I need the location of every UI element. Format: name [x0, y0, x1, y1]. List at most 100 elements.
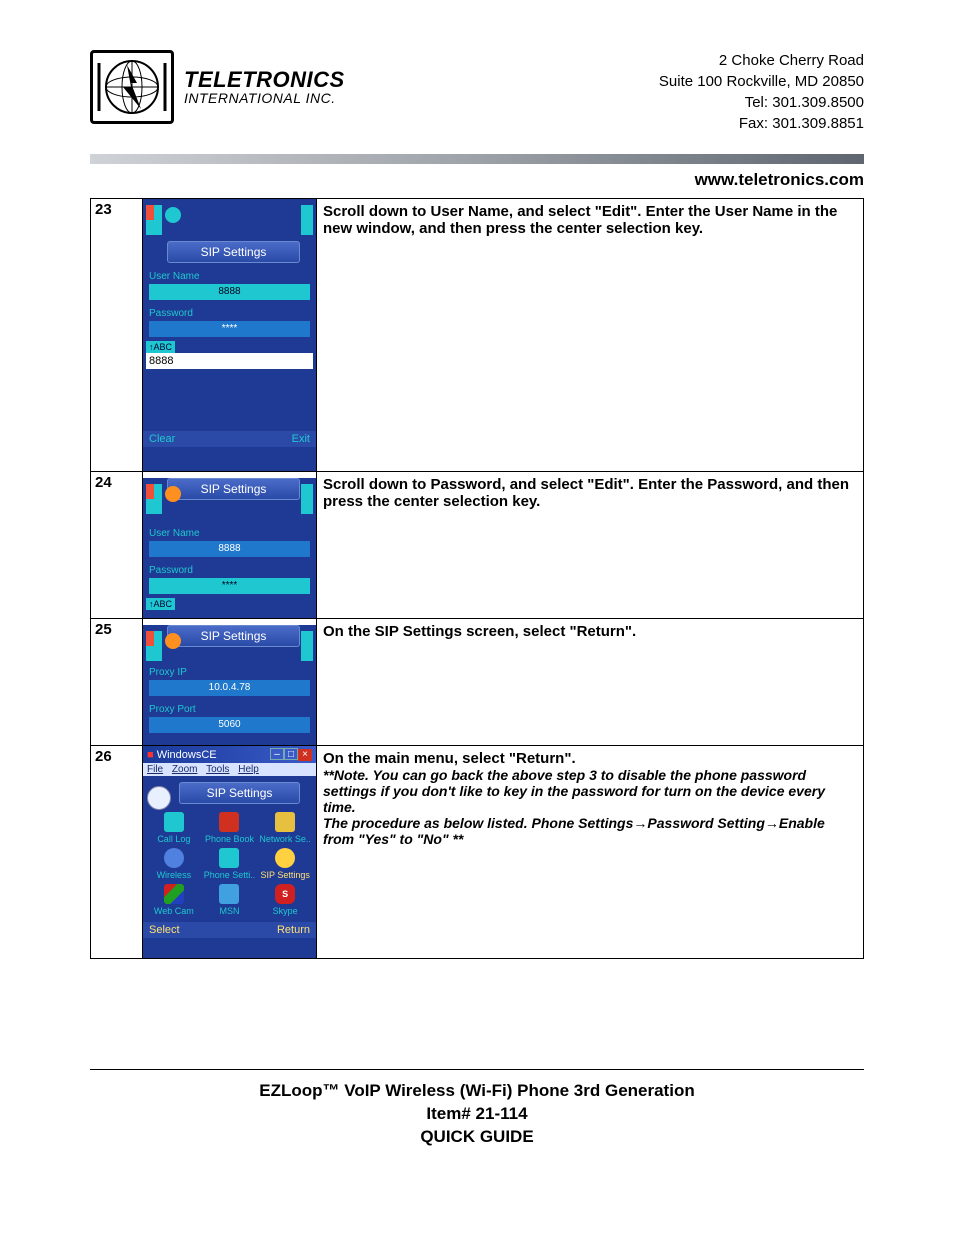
window-buttons: –□×: [270, 748, 312, 761]
username-field[interactable]: 8888: [149, 284, 310, 300]
menu-file[interactable]: File: [147, 764, 163, 775]
network-settings-icon[interactable]: Network Se..: [258, 812, 312, 844]
screenshot-cell: SIP Settings User Name 8888 Password ***…: [143, 199, 317, 472]
step-description: Scroll down to User Name, and select "Ed…: [317, 199, 864, 472]
company-name: TELETRONICS INTERNATIONAL INC.: [184, 68, 345, 106]
proxy-ip-field[interactable]: 10.0.4.78: [149, 680, 310, 696]
proxy-port-label: Proxy Port: [143, 704, 316, 715]
window-menubar: File Zoom Tools Help: [143, 763, 316, 776]
password-label: Password: [143, 565, 316, 576]
call-log-icon[interactable]: Call Log: [147, 812, 201, 844]
softkey-right[interactable]: Return: [277, 924, 310, 936]
password-field[interactable]: ****: [149, 578, 310, 594]
gear-icon: [165, 486, 181, 502]
header-divider: [90, 154, 864, 164]
softkey-right[interactable]: Exit: [292, 433, 310, 445]
battery-icon: [301, 631, 313, 661]
sip-settings-screenshot: SIP Settings User Name 8888 Password ***…: [143, 478, 316, 618]
instruction-table: 23 SIP Settings User Name 8888 Password …: [90, 198, 864, 959]
table-row: 25 SIP Settings Proxy IP 10.0.4.78 Proxy…: [91, 619, 864, 746]
phone-book-icon[interactable]: Phone Book: [203, 812, 257, 844]
softkey-left[interactable]: Select: [149, 924, 180, 936]
sip-settings-icon[interactable]: SIP Settings: [258, 848, 312, 880]
sip-settings-screenshot: SIP Settings Proxy IP 10.0.4.78 Proxy Po…: [143, 625, 316, 745]
signal-icon: [146, 631, 162, 661]
step-number: 26: [91, 746, 143, 959]
screenshot-cell: SIP Settings Proxy IP 10.0.4.78 Proxy Po…: [143, 619, 317, 746]
maximize-icon[interactable]: □: [284, 748, 298, 760]
table-row: 23 SIP Settings User Name 8888 Password …: [91, 199, 864, 472]
company-name-line2: INTERNATIONAL INC.: [184, 91, 345, 106]
minimize-icon[interactable]: –: [270, 748, 284, 760]
screen-title: SIP Settings: [167, 241, 300, 263]
username-label: User Name: [143, 271, 316, 282]
menu-tools[interactable]: Tools: [206, 764, 229, 775]
screen-title: SIP Settings: [179, 782, 300, 804]
step-description: On the SIP Settings screen, select "Retu…: [317, 619, 864, 746]
table-row: 26 ■ WindowsCE –□× File Zoom Tools: [91, 746, 864, 959]
gear-icon: [165, 633, 181, 649]
step-number: 25: [91, 619, 143, 746]
step-number: 23: [91, 199, 143, 472]
step-text: On the main menu, select "Return".: [323, 750, 857, 767]
softkey-bar: Clear Exit: [143, 431, 316, 447]
signal-icon: [146, 484, 162, 514]
screen-title: SIP Settings: [167, 625, 300, 647]
gear-icon: [165, 207, 181, 223]
page-footer: EZLoop™ VoIP Wireless (Wi-Fi) Phone 3rd …: [90, 1069, 864, 1149]
proxy-ip-label: Proxy IP: [143, 667, 316, 678]
arrow-icon: →: [765, 815, 779, 831]
battery-icon: [301, 484, 313, 514]
web-cam-icon[interactable]: Web Cam: [147, 884, 201, 916]
company-name-line1: TELETRONICS: [184, 68, 345, 91]
edit-textbox[interactable]: 8888: [146, 353, 313, 369]
telephone: Tel: 301.309.8500: [659, 92, 864, 113]
footer-line2: Item# 21-114: [90, 1103, 864, 1126]
menu-help[interactable]: Help: [238, 764, 259, 775]
window-title: ■ WindowsCE: [147, 749, 217, 761]
wireless-icon[interactable]: Wireless: [147, 848, 201, 880]
clock-icon: [147, 786, 171, 810]
main-menu-icons: Call Log Phone Book Network Se.. Wireles…: [143, 806, 316, 918]
address-line1: 2 Choke Cherry Road: [659, 50, 864, 71]
close-icon[interactable]: ×: [298, 749, 312, 761]
skype-icon[interactable]: SSkype: [258, 884, 312, 916]
phone-settings-icon[interactable]: Phone Setti..: [203, 848, 257, 880]
page-header: TELETRONICS INTERNATIONAL INC. 2 Choke C…: [90, 50, 864, 134]
step-text: Scroll down to User Name, and select "Ed…: [323, 203, 837, 237]
company-address: 2 Choke Cherry Road Suite 100 Rockville,…: [659, 50, 864, 134]
sip-settings-screenshot: SIP Settings User Name 8888 Password ***…: [143, 199, 316, 471]
proxy-port-field[interactable]: 5060: [149, 717, 310, 733]
username-field[interactable]: 8888: [149, 541, 310, 557]
step-text: On the SIP Settings screen, select "Retu…: [323, 623, 636, 640]
password-label: Password: [143, 308, 316, 319]
arrow-icon: →: [633, 815, 647, 831]
step-description: Scroll down to Password, and select "Edi…: [317, 472, 864, 619]
username-label: User Name: [143, 528, 316, 539]
address-line2: Suite 100 Rockville, MD 20850: [659, 71, 864, 92]
document-page: TELETRONICS INTERNATIONAL INC. 2 Choke C…: [0, 0, 954, 1189]
step-description: On the main menu, select "Return". **Not…: [317, 746, 864, 959]
step-text: Scroll down to Password, and select "Edi…: [323, 476, 849, 510]
website-url: www.teletronics.com: [90, 170, 864, 190]
input-mode-indicator: ↑ABC: [146, 598, 175, 610]
softkey-bar: Select Return: [143, 922, 316, 938]
fax: Fax: 301.309.8851: [659, 113, 864, 134]
company-logo-block: TELETRONICS INTERNATIONAL INC.: [90, 50, 345, 124]
footer-line3: QUICK GUIDE: [90, 1126, 864, 1149]
table-row: 24 SIP Settings User Name 8888 Password …: [91, 472, 864, 619]
msn-icon[interactable]: MSN: [203, 884, 257, 916]
softkey-left[interactable]: Clear: [149, 433, 175, 445]
window-titlebar: ■ WindowsCE –□×: [143, 746, 316, 763]
screenshot-cell: SIP Settings User Name 8888 Password ***…: [143, 472, 317, 619]
menu-zoom[interactable]: Zoom: [172, 764, 198, 775]
main-menu-screenshot: ■ WindowsCE –□× File Zoom Tools Help: [143, 746, 316, 958]
signal-icon: [146, 205, 162, 235]
screenshot-cell: ■ WindowsCE –□× File Zoom Tools Help: [143, 746, 317, 959]
step-number: 24: [91, 472, 143, 619]
footer-line1: EZLoop™ VoIP Wireless (Wi-Fi) Phone 3rd …: [90, 1080, 864, 1103]
screen-title: SIP Settings: [167, 478, 300, 500]
input-mode-indicator: ↑ABC: [146, 341, 175, 353]
step-note: **Note. You can go back the above step 3…: [323, 767, 857, 847]
password-field[interactable]: ****: [149, 321, 310, 337]
